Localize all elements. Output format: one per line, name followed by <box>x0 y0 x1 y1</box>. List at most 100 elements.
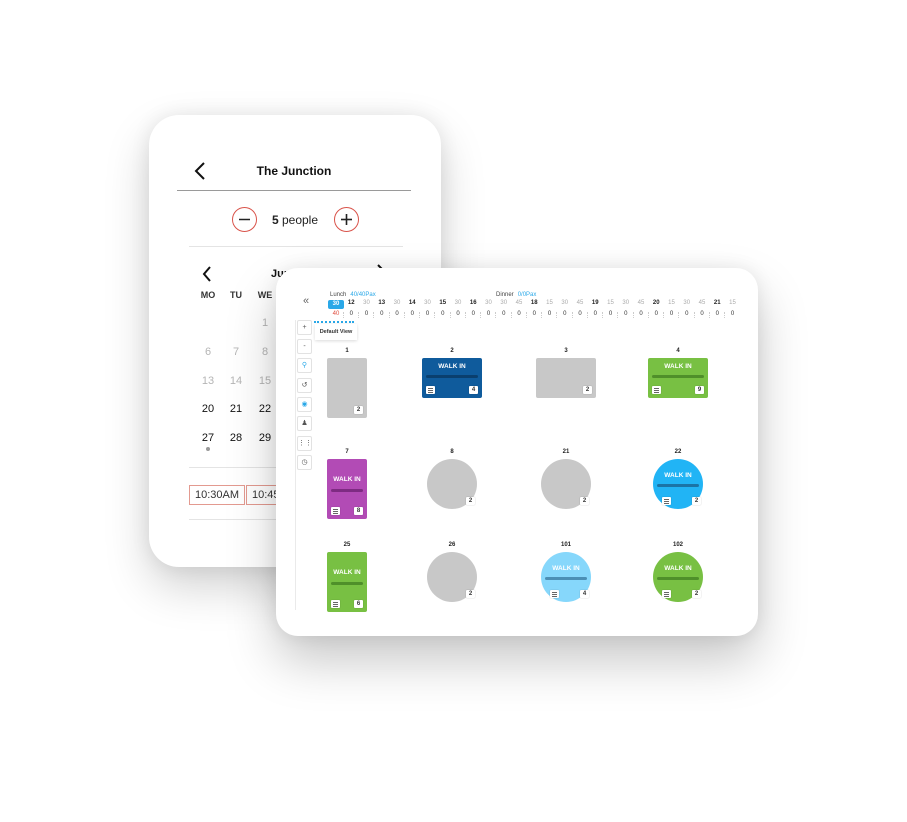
eye-icon[interactable]: ◉ <box>297 397 312 412</box>
timeline-slot[interactable]: 13 <box>374 300 390 306</box>
table-number: 3 <box>564 348 568 354</box>
notes-icon[interactable] <box>550 590 559 598</box>
timeline-cover-count: 0 <box>532 311 536 317</box>
walk-in-label: WALK IN <box>438 363 466 370</box>
day-number: 21 <box>229 403 243 415</box>
timeline-slot[interactable]: 15 <box>725 300 741 306</box>
lunch-pax: 40/40Pax <box>350 292 376 298</box>
weekday-header: TU <box>230 290 242 300</box>
timeline-slot[interactable]: 30 <box>389 300 405 306</box>
calendar-day[interactable]: 29 <box>251 432 279 444</box>
table-101[interactable]: WALK IN 4 <box>541 552 591 602</box>
timeline-slot[interactable]: 30 <box>328 300 344 309</box>
calendar-day[interactable]: 22 <box>251 403 279 415</box>
notes-icon[interactable] <box>331 600 340 608</box>
calendar-day[interactable]: 20 <box>194 403 222 415</box>
timeline-separator <box>541 312 542 318</box>
timeline-slot[interactable]: 12 <box>343 300 359 306</box>
timeline-separator <box>708 312 710 318</box>
timeline-slot[interactable]: 45 <box>694 300 710 306</box>
calendar-day: 8 <box>251 346 279 358</box>
notes-icon[interactable] <box>662 590 671 598</box>
timeline-slot[interactable]: 30 <box>450 300 466 306</box>
table-7[interactable]: WALK IN 8 <box>327 459 367 519</box>
table-1[interactable]: 2 <box>327 358 367 418</box>
calendar-day[interactable]: 27 <box>194 432 222 451</box>
table-3[interactable]: 2 <box>536 358 596 398</box>
timeline-slot[interactable]: 15 <box>435 300 451 306</box>
table-25[interactable]: WALK IN 6 <box>327 552 367 612</box>
table-22[interactable]: WALK IN 2 <box>653 459 703 509</box>
table-4[interactable]: WALK IN 9 <box>648 358 708 398</box>
table-26[interactable]: 2 <box>427 552 477 602</box>
table-capacity: 4 <box>580 590 589 598</box>
undo-icon[interactable]: ↺ <box>297 378 312 393</box>
increase-party-button[interactable] <box>334 207 359 232</box>
calendar-day[interactable]: 28 <box>222 432 250 444</box>
timeline-slot[interactable]: 30 <box>557 300 573 306</box>
grid-icon[interactable]: ⋮⋮ <box>297 436 312 451</box>
notes-icon[interactable] <box>652 386 661 394</box>
timeline-slot[interactable]: 45 <box>572 300 588 306</box>
timeline-slot[interactable]: 30 <box>679 300 695 306</box>
notes-icon[interactable] <box>331 507 340 515</box>
day-number: 8 <box>261 346 269 358</box>
timeline-slot[interactable]: 15 <box>603 300 619 306</box>
table-number: 101 <box>560 542 571 548</box>
timeline-slot[interactable]: 20 <box>648 300 664 306</box>
table-capacity: 6 <box>354 600 363 608</box>
timeline-slot[interactable]: 45 <box>511 300 527 306</box>
timeline-cover-count: 0 <box>639 311 643 317</box>
timeline-slot[interactable]: 30 <box>496 300 512 306</box>
dinner-pax: 0/0Pax <box>517 292 537 298</box>
notes-icon[interactable] <box>662 497 671 505</box>
weekday-header: WE <box>257 290 273 300</box>
zoom-in-icon[interactable]: + <box>297 320 312 335</box>
phone-header: The Junction <box>177 155 411 191</box>
timeline-cover-count: 0 <box>730 311 735 317</box>
walk-in-label: WALK IN <box>664 565 692 572</box>
table-8[interactable]: 2 <box>427 459 477 509</box>
table-2[interactable]: WALK IN 4 <box>422 358 482 398</box>
table-number: 4 <box>676 348 680 354</box>
timeline-slot[interactable]: 14 <box>404 300 420 306</box>
timeline-slot[interactable]: 16 <box>465 300 481 306</box>
timeline-cover-count: 0 <box>547 311 552 317</box>
collapse-sidebar-button[interactable]: « <box>297 292 315 310</box>
lunch-label: Lunch <box>330 292 347 298</box>
timeline-slot[interactable]: 30 <box>618 300 634 306</box>
timeline-slot[interactable]: 15 <box>664 300 680 306</box>
day-number: 15 <box>258 375 272 387</box>
restaurant-title: The Junction <box>256 164 332 178</box>
timeline-slot[interactable]: 21 <box>709 300 725 306</box>
search-icon[interactable]: ⚲ <box>297 358 312 373</box>
calendar-day[interactable]: 21 <box>222 403 250 415</box>
walk-in-label: WALK IN <box>552 565 580 572</box>
timeline-slot[interactable]: 30 <box>420 300 436 306</box>
timeline-cover-count: 0 <box>608 311 613 317</box>
table-102[interactable]: WALK IN 2 <box>653 552 703 602</box>
timeline-slot[interactable]: 45 <box>633 300 649 306</box>
table-21[interactable]: 2 <box>541 459 591 509</box>
calendar-day: 13 <box>194 375 222 387</box>
user-icon[interactable]: ♟ <box>297 416 312 431</box>
time-slot-button[interactable]: 10:30AM <box>189 485 246 505</box>
table-capacity: 2 <box>692 590 701 598</box>
default-view-tab[interactable]: Default View <box>315 324 357 340</box>
notes-icon[interactable] <box>426 386 435 394</box>
timeline-cover-count: 0 <box>364 311 369 317</box>
zoom-out-icon[interactable]: - <box>297 339 312 354</box>
timeline-slot[interactable]: 19 <box>587 300 603 306</box>
timeline-slot[interactable]: 18 <box>526 300 542 306</box>
timeline-cover-count: 40 <box>332 311 340 317</box>
timeline-slot[interactable]: 30 <box>481 300 497 306</box>
timeline-slot[interactable]: 30 <box>359 300 375 306</box>
previous-month-button[interactable] <box>201 265 213 283</box>
day-number: 27 <box>201 432 215 444</box>
clock-icon[interactable]: ◷ <box>297 455 312 470</box>
timeline-cover-count: 0 <box>517 311 521 317</box>
timeline-separator <box>449 312 451 318</box>
day-number: 7 <box>232 346 240 358</box>
party-size-value: 5 <box>271 213 279 227</box>
timeline-slot[interactable]: 15 <box>542 300 558 306</box>
